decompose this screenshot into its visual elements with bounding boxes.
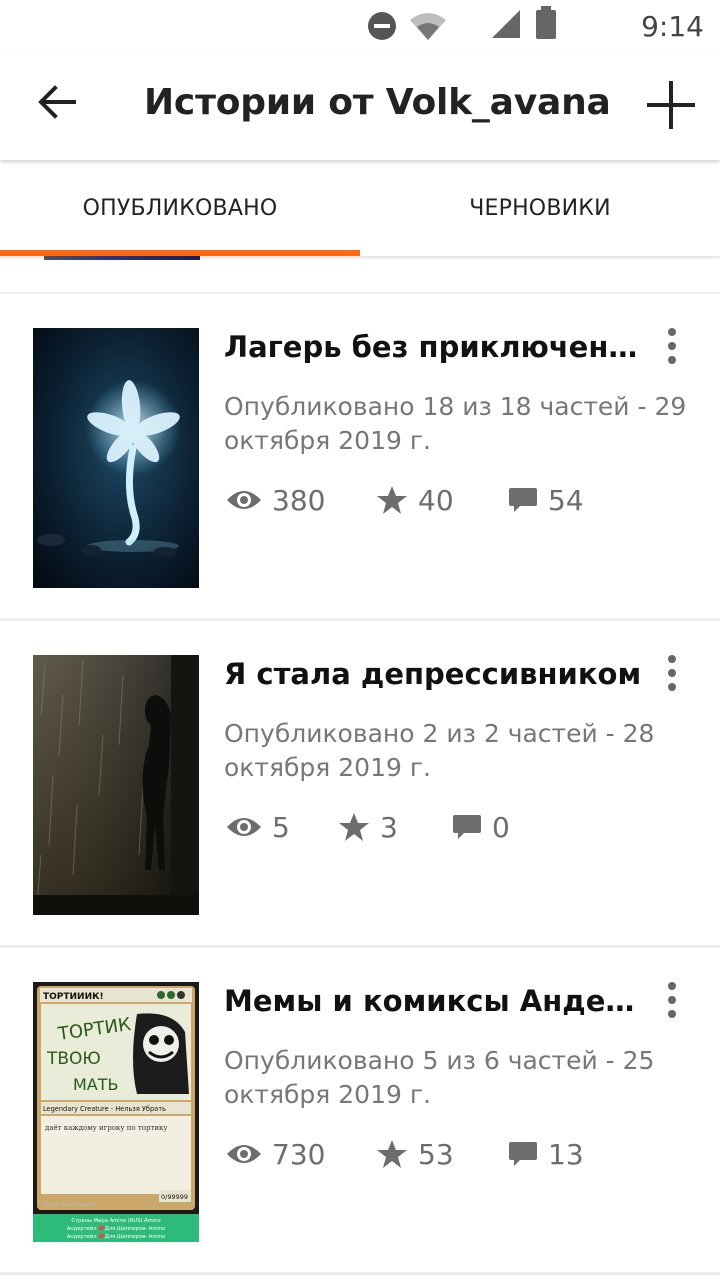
add-story-icon[interactable]	[644, 78, 698, 132]
do-not-disturb-icon	[368, 12, 396, 40]
rain-girl-cover-image	[33, 655, 199, 915]
eye-icon	[227, 491, 261, 509]
story-cover[interactable]	[33, 655, 199, 915]
story-cover[interactable]	[33, 328, 199, 588]
views-stat: 5	[226, 807, 290, 847]
story-title[interactable]: Я стала депрессивником	[224, 657, 644, 691]
story-title[interactable]: Мемы и комиксы Андерт…	[224, 984, 644, 1018]
cover-rules-text: даёт каждому игроку по тортику	[45, 1124, 168, 1132]
story-cover[interactable]: ТОРТИИИК! ТОРТИК ТВОЮ МАТЬ Legendary Cre…	[33, 982, 199, 1242]
more-options-icon[interactable]	[654, 326, 690, 366]
cover-art-line2: ТВОЮ	[46, 1049, 101, 1069]
app-bar: Истории от Volk_avana	[0, 50, 720, 160]
cover-credit: Magic Card Designer	[45, 1202, 98, 1208]
cover-card-name: ТОРТИИИК!	[43, 992, 104, 1002]
comments-count: 13	[548, 1137, 584, 1171]
views-count: 730	[272, 1137, 326, 1171]
story-cover-partial	[44, 256, 200, 260]
tab-drafts[interactable]: ЧЕРНОВИКИ	[360, 160, 720, 256]
story-meta: Опубликовано 2 из 2 частей - 28 октября …	[224, 719, 655, 782]
active-tab-indicator	[0, 250, 360, 256]
cover-footer-line2: Андертейл 💔Для Шипперов- Amino	[67, 1225, 166, 1232]
list-item-partial[interactable]	[0, 1275, 720, 1280]
list-item-partial[interactable]	[0, 256, 720, 292]
tab-published[interactable]: ОПУБЛИКОВАНО	[0, 160, 360, 256]
comments-stat: 0	[452, 807, 510, 847]
comments-count: 0	[492, 810, 510, 844]
story-list[interactable]: Лагерь без приключений … Опубликовано 18…	[0, 256, 720, 1280]
views-count: 380	[272, 483, 326, 517]
comments-stat: 54	[508, 480, 584, 520]
eye-icon	[227, 1145, 261, 1163]
back-arrow-icon[interactable]	[34, 80, 78, 124]
votes-stat: 40	[376, 480, 454, 520]
comment-icon	[509, 1142, 537, 1166]
wifi-icon	[410, 13, 446, 40]
battery-icon	[536, 6, 556, 39]
cover-art-line3: МАТЬ	[73, 1075, 119, 1094]
story-card[interactable]: Лагерь без приключений … Опубликовано 18…	[0, 294, 720, 618]
votes-stat: 53	[376, 1134, 454, 1174]
status-bar: 9:14	[0, 0, 720, 50]
star-icon	[377, 486, 407, 514]
comments-stat: 13	[508, 1134, 584, 1174]
cover-footer-line1: Страны Мира Amino (RUS) Amino	[71, 1218, 160, 1224]
cover-power-toughness: 0/99999	[161, 1193, 188, 1201]
cell-signal-icon	[492, 10, 520, 38]
comment-icon	[453, 815, 481, 839]
story-meta: Опубликовано 18 из 18 частей - 29 октябр…	[224, 392, 687, 455]
star-icon	[377, 1140, 407, 1168]
meme-card-cover-image: ТОРТИИИК! ТОРТИК ТВОЮ МАТЬ Legendary Cre…	[33, 982, 199, 1242]
story-stats: 5 3 0	[224, 807, 694, 847]
votes-count: 40	[418, 483, 454, 517]
status-time: 9:14	[641, 10, 704, 43]
star-icon	[339, 813, 369, 841]
page-title: Истории от Volk_avana	[144, 82, 611, 123]
story-title[interactable]: Лагерь без приключений …	[224, 330, 644, 364]
views-stat: 380	[226, 480, 325, 520]
views-count: 5	[272, 810, 290, 844]
views-stat: 730	[226, 1134, 325, 1174]
votes-stat: 3	[338, 807, 398, 847]
votes-count: 3	[380, 810, 398, 844]
more-options-icon[interactable]	[654, 980, 690, 1020]
story-stats: 730 53 13	[224, 1134, 694, 1174]
story-stats: 380 40 54	[224, 480, 694, 520]
more-options-icon[interactable]	[654, 653, 690, 693]
flower-cover-image	[33, 328, 199, 588]
story-card[interactable]: ТОРТИИИК! ТОРТИК ТВОЮ МАТЬ Legendary Cre…	[0, 948, 720, 1272]
story-card[interactable]: Я стала депрессивником Опубликовано 2 из…	[0, 621, 720, 945]
cover-footer-line3: Андертейл 💔Для Шипперов- Amino	[67, 1233, 166, 1240]
eye-icon	[227, 818, 261, 836]
story-meta: Опубликовано 5 из 6 частей - 25 октября …	[224, 1046, 655, 1109]
cover-type-line: Legendary Creature - Нельзя Убрать	[43, 1105, 166, 1113]
comment-icon	[509, 488, 537, 512]
comments-count: 54	[548, 483, 584, 517]
tab-bar: ОПУБЛИКОВАНО ЧЕРНОВИКИ	[0, 160, 720, 256]
votes-count: 53	[418, 1137, 454, 1171]
